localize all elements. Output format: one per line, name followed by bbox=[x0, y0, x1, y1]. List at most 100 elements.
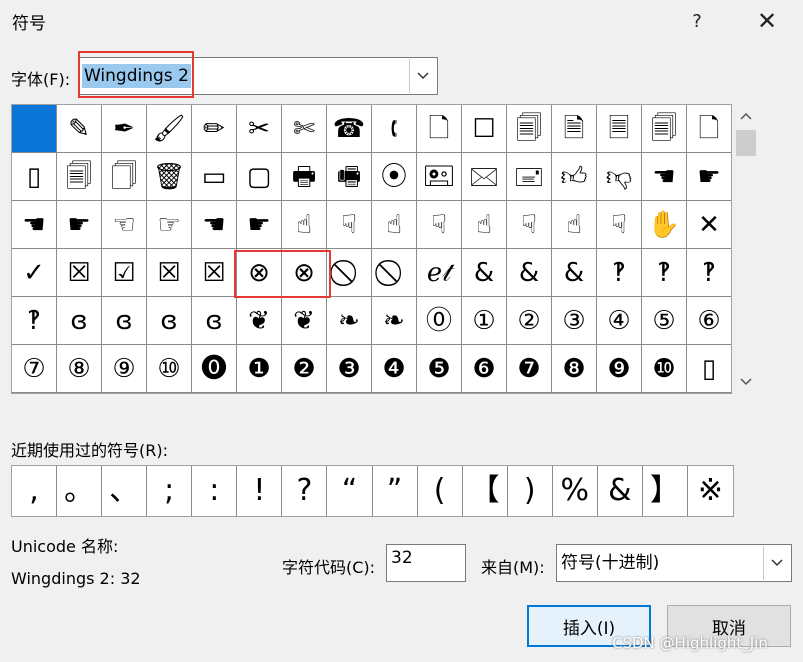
symbol-cell[interactable]: ⑨ bbox=[102, 345, 147, 393]
symbol-cell[interactable]: ⑤ bbox=[642, 297, 687, 345]
symbol-cell[interactable]: ‽ bbox=[687, 249, 731, 297]
recent-symbol-cell[interactable]: ※ bbox=[688, 466, 733, 516]
symbol-cell[interactable]: ☜ bbox=[102, 201, 147, 249]
symbol-cell[interactable]: ☝ bbox=[462, 201, 507, 249]
symbol-cell[interactable]: ✋ bbox=[642, 201, 687, 249]
symbol-cell[interactable]: 🗑 bbox=[147, 153, 192, 201]
recent-symbol-cell[interactable]: : bbox=[192, 466, 238, 516]
symbol-cell[interactable]: ❹ bbox=[372, 345, 417, 393]
recent-symbol-cell[interactable]: , bbox=[12, 466, 58, 516]
symbol-cell[interactable]: ❿ bbox=[642, 345, 687, 393]
symbol-cell[interactable]: 🕻 bbox=[372, 105, 417, 153]
symbol-cell[interactable]: & bbox=[552, 249, 597, 297]
symbol-cell[interactable]: ⑧ bbox=[57, 345, 102, 393]
symbol-cell[interactable]: 🗐 bbox=[642, 105, 687, 153]
symbol-cell[interactable]: & bbox=[507, 249, 552, 297]
symbol-cell[interactable]: ☝ bbox=[372, 201, 417, 249]
scroll-down-button[interactable] bbox=[732, 372, 760, 392]
symbol-cell[interactable]: ‽ bbox=[597, 249, 642, 297]
close-button[interactable]: ✕ bbox=[750, 6, 784, 36]
recent-symbol-cell[interactable]: ; bbox=[147, 466, 193, 516]
from-dropdown-button[interactable] bbox=[763, 546, 790, 580]
recent-symbol-cell[interactable]: “ bbox=[327, 466, 373, 516]
symbol-cell[interactable]: 🖃 bbox=[507, 153, 552, 201]
symbol-cell[interactable]: ⃠ bbox=[327, 249, 372, 297]
symbol-cell[interactable]: ❻ bbox=[462, 345, 507, 393]
symbol-cell[interactable]: 🗏 bbox=[597, 105, 642, 153]
symbol-cell[interactable]: ❦ bbox=[282, 297, 327, 345]
symbol-cell[interactable]: 🖂 bbox=[462, 153, 507, 201]
symbol-cell[interactable]: ❺ bbox=[417, 345, 462, 393]
symbol-cell[interactable]: ☑ bbox=[102, 249, 147, 297]
symbol-cell[interactable]: ☚ bbox=[642, 153, 687, 201]
symbol-cell[interactable]: ☟ bbox=[417, 201, 462, 249]
symbol-cell[interactable]: 🖶 bbox=[282, 153, 327, 201]
symbol-cell[interactable]: ☛ bbox=[687, 153, 731, 201]
symbol-cell[interactable]: ① bbox=[462, 297, 507, 345]
symbol-cell[interactable]: ③ bbox=[552, 297, 597, 345]
symbol-cell[interactable]: ❼ bbox=[507, 345, 552, 393]
symbol-cell[interactable]: ☐ bbox=[462, 105, 507, 153]
recent-symbol-cell[interactable]: ? bbox=[282, 466, 328, 516]
symbol-cell[interactable]: ‽ bbox=[642, 249, 687, 297]
symbol-cell[interactable]: 👍︎ bbox=[552, 153, 597, 201]
symbol-cell[interactable]: ❽ bbox=[552, 345, 597, 393]
symbol-cell[interactable]: 🖷 bbox=[327, 153, 372, 201]
symbol-cell[interactable]: ☝ bbox=[282, 201, 327, 249]
from-select[interactable]: 符号(十进制) bbox=[556, 544, 792, 582]
recent-symbol-cell[interactable]: ) bbox=[508, 466, 553, 516]
symbol-cell[interactable]: ɞ bbox=[192, 297, 237, 345]
symbol-cell[interactable]: ❾ bbox=[597, 345, 642, 393]
symbol-cell[interactable]: ✕ bbox=[687, 201, 731, 249]
symbol-cell[interactable]: ☎ bbox=[327, 105, 372, 153]
symbol-cell[interactable]: 🗐 bbox=[507, 105, 552, 153]
symbol-cell[interactable]: ⓪ bbox=[417, 297, 462, 345]
scroll-thumb[interactable] bbox=[736, 130, 756, 156]
symbol-cell[interactable]: ⊗ bbox=[282, 249, 327, 297]
symbol-cell[interactable]: 👎︎ bbox=[597, 153, 642, 201]
symbol-cell[interactable]: ✏ bbox=[192, 105, 237, 153]
symbol-cell[interactable]: ✒ bbox=[102, 105, 147, 153]
symbol-cell[interactable]: ② bbox=[507, 297, 552, 345]
symbol-cell[interactable]: ✓ bbox=[12, 249, 57, 297]
symbol-cell[interactable]: ❶ bbox=[237, 345, 282, 393]
symbol-cell[interactable]: ☞ bbox=[147, 201, 192, 249]
symbol-cell[interactable]: 🗋 bbox=[687, 105, 731, 153]
recent-symbol-cell[interactable]: ( bbox=[418, 466, 463, 516]
symbol-scrollbar[interactable] bbox=[732, 104, 760, 394]
help-button[interactable]: ? bbox=[680, 6, 714, 36]
symbol-cell[interactable]: ☛ bbox=[237, 201, 282, 249]
symbol-cell[interactable]: ▭ bbox=[192, 153, 237, 201]
symbol-cell[interactable]: ⃠ bbox=[372, 249, 417, 297]
recent-symbol-cell[interactable]: 。 bbox=[57, 466, 103, 516]
symbol-cell[interactable]: ☟ bbox=[597, 201, 642, 249]
symbol-cell[interactable]: ℯ𝓉 bbox=[417, 249, 462, 297]
symbol-cell[interactable]: ☟ bbox=[327, 201, 372, 249]
scroll-up-button[interactable] bbox=[732, 106, 760, 126]
symbol-cell[interactable]: ▯ bbox=[687, 345, 731, 393]
symbol-cell[interactable]: ⓿ bbox=[192, 345, 237, 393]
symbol-cell[interactable]: ⦿ bbox=[372, 153, 417, 201]
symbol-grid[interactable]: ✎ ✒ 🖌 ✏ ✂ ✄ ☎ 🕻 🗋 ☐ 🗐 🗎 🗏 🗐 🗋 ▯ 🗐 🗍 🗑 ▭ ▢ 🖶 🖷 ⦿ 🖭 🖂 🖃 👍︎ 👎︎ ☚ ☛ ☚ ☛ ☜ ☞ ☚ ☛ ☝… bbox=[11, 104, 732, 394]
symbol-cell[interactable]: ☟ bbox=[507, 201, 552, 249]
symbol-cell[interactable]: ⑦ bbox=[12, 345, 57, 393]
recent-symbols[interactable]: ,。、;:!? “”(【)% &】 ※ bbox=[11, 465, 734, 517]
symbol-cell[interactable] bbox=[12, 105, 57, 153]
symbol-cell[interactable]: ☒ bbox=[147, 249, 192, 297]
font-select[interactable]: Wingdings 2 bbox=[78, 57, 438, 95]
symbol-cell[interactable]: ❸ bbox=[327, 345, 372, 393]
symbol-cell[interactable]: ⊗ bbox=[237, 249, 282, 297]
recent-symbol-cell[interactable]: 、 bbox=[102, 466, 148, 516]
symbol-cell[interactable]: 🗎 bbox=[552, 105, 597, 153]
recent-symbol-cell[interactable]: 【 bbox=[463, 466, 508, 516]
symbol-cell[interactable]: ☒ bbox=[192, 249, 237, 297]
symbol-cell[interactable]: ☒ bbox=[57, 249, 102, 297]
symbol-cell[interactable]: ▯ bbox=[12, 153, 57, 201]
symbol-cell[interactable]: ✂ bbox=[237, 105, 282, 153]
symbol-cell[interactable]: ❦ bbox=[237, 297, 282, 345]
symbol-cell[interactable]: ɞ bbox=[57, 297, 102, 345]
font-dropdown-button[interactable] bbox=[409, 59, 436, 93]
symbol-cell[interactable]: ④ bbox=[597, 297, 642, 345]
recent-symbol-cell[interactable]: ” bbox=[373, 466, 418, 516]
symbol-cell[interactable]: ❧ bbox=[327, 297, 372, 345]
